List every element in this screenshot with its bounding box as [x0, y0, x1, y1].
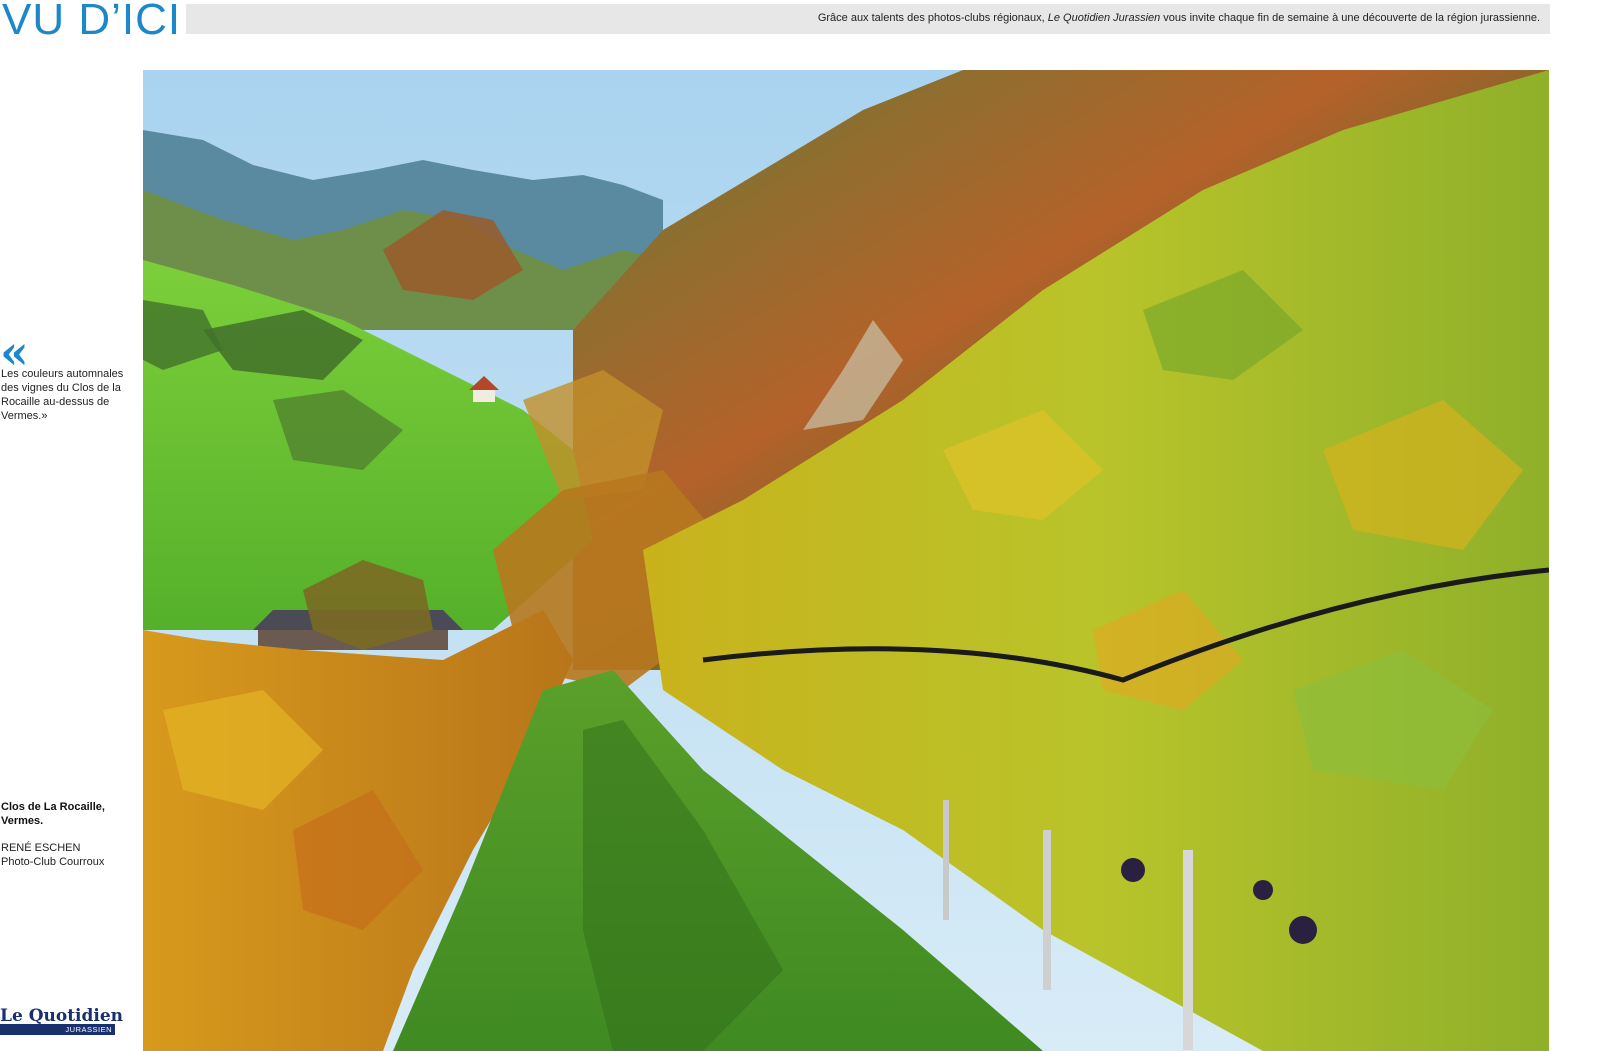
newspaper-logo: Le Quotidien JURASSIEN: [0, 1006, 124, 1051]
intro-banner: Grâce aux talents des photos-clubs régio…: [186, 4, 1550, 34]
photographer-name: RENÉ ESCHEN: [1, 842, 81, 854]
intro-text-after: vous invite chaque fin de semaine à une …: [1160, 12, 1540, 24]
quote-mark-icon: «: [0, 325, 29, 379]
logo-name: Le Quotidien: [0, 1006, 124, 1026]
photo-caption-title: Clos de La Rocaille, Vermes.: [1, 801, 105, 827]
vineyard-photo-illustration: [143, 70, 1549, 1051]
main-photo: [143, 70, 1549, 1051]
pull-quote: Les couleurs automnales des vignes du Cl…: [1, 368, 124, 422]
intro-text: Grâce aux talents des photos-clubs régio…: [818, 12, 1540, 24]
photo-credit: RENÉ ESCHEN Photo-Club Courroux: [1, 841, 131, 869]
photo-club-name: Photo-Club Courroux: [1, 856, 105, 868]
intro-publication-name: Le Quotidien Jurassien: [1047, 12, 1161, 24]
section-title: VU D’ICI: [2, 0, 182, 44]
intro-text-before: Grâce aux talents des photos-clubs régio…: [817, 12, 1048, 24]
